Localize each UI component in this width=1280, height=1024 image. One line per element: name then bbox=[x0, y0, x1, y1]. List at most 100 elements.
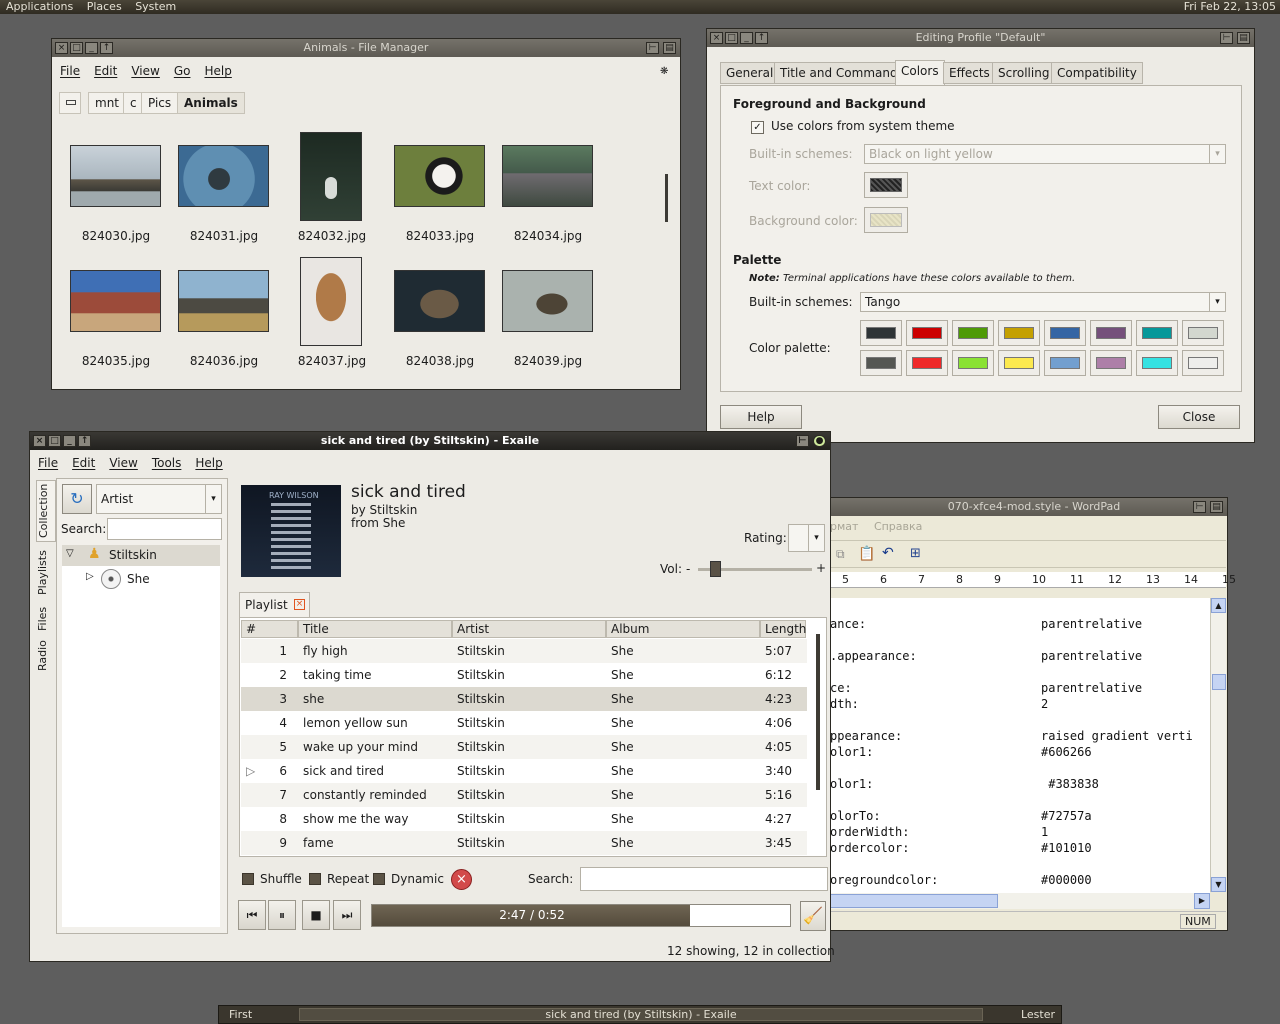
track-row[interactable]: 4 lemon yellow sun Stiltskin She 4:06 bbox=[241, 711, 807, 735]
column-header-length[interactable]: Length bbox=[760, 620, 806, 638]
dynamic-toggle[interactable]: Dynamic bbox=[373, 872, 444, 886]
close-icon[interactable]: × bbox=[33, 435, 46, 447]
task-exaile[interactable]: sick and tired (by Stiltskin) - Exaile bbox=[299, 1008, 983, 1021]
hscroll-thumb[interactable] bbox=[830, 894, 998, 908]
wordpad-vscrollbar[interactable]: ▲ ▼ bbox=[1210, 598, 1226, 892]
path-root-button[interactable] bbox=[59, 92, 81, 114]
playlist-tab[interactable]: Playlist × bbox=[239, 592, 310, 618]
minimize-icon[interactable]: _ bbox=[740, 32, 753, 44]
thumb-824036[interactable] bbox=[178, 270, 269, 332]
side-tab-collection[interactable]: Collection bbox=[36, 480, 56, 542]
scroll-right-icon[interactable]: ▶ bbox=[1194, 893, 1210, 909]
undo-icon[interactable]: ↶ bbox=[882, 545, 894, 561]
shuffle-toggle[interactable]: Shuffle bbox=[242, 872, 302, 886]
palette-color-6[interactable] bbox=[1090, 320, 1132, 346]
thumb-824030[interactable] bbox=[70, 145, 161, 207]
progress-bar[interactable]: 2:47 / 0:52 bbox=[371, 904, 791, 927]
workspace-lester[interactable]: Lester bbox=[1021, 1006, 1055, 1023]
palette-color-7[interactable] bbox=[1136, 320, 1178, 346]
menu-help-ru[interactable]: Справка bbox=[874, 520, 922, 533]
menu-icon[interactable]: ▤ bbox=[1237, 32, 1250, 44]
expander-closed-icon[interactable]: ▷ bbox=[86, 571, 94, 582]
view-mode-combo[interactable]: Artist ▾ bbox=[96, 484, 222, 514]
pause-button[interactable]: ⏸ bbox=[268, 900, 296, 930]
maximize-icon[interactable]: □ bbox=[725, 32, 738, 44]
minimize-icon[interactable]: _ bbox=[85, 42, 98, 54]
track-row[interactable]: 1 fly high Stiltskin She 5:07 bbox=[241, 639, 807, 663]
column-header-artist[interactable]: Artist bbox=[452, 620, 606, 638]
thumb-824039[interactable] bbox=[502, 270, 593, 332]
palette-color-15[interactable] bbox=[1136, 350, 1178, 376]
stick-icon[interactable]: ⊢ bbox=[1193, 501, 1206, 513]
thumb-824033[interactable] bbox=[394, 145, 485, 207]
menu-edit[interactable]: Edit bbox=[72, 456, 95, 470]
menu-view[interactable]: View bbox=[109, 456, 137, 470]
profile-dialog-titlebar[interactable]: × □ _ ↑ Editing Profile "Default" ⊢ ▤ bbox=[707, 29, 1254, 47]
wordpad-hscrollbar[interactable]: ▶ bbox=[830, 893, 1210, 909]
tab-compatibility[interactable]: Compatibility bbox=[1051, 62, 1143, 84]
column-header-title[interactable]: Title bbox=[298, 620, 452, 638]
repeat-toggle[interactable]: Repeat bbox=[309, 872, 369, 886]
palette-schemes-combo[interactable]: Tango ▾ bbox=[860, 292, 1226, 312]
tab-scrolling[interactable]: Scrolling bbox=[992, 62, 1056, 84]
rating-combo[interactable]: ▾ bbox=[788, 524, 825, 552]
repeat-checkbox[interactable] bbox=[309, 873, 321, 885]
scroll-up-icon[interactable]: ▲ bbox=[1211, 598, 1226, 613]
thumb-824037[interactable] bbox=[300, 257, 362, 346]
stick-icon[interactable]: ⊢ bbox=[796, 435, 809, 447]
stop-button[interactable]: ■ bbox=[302, 900, 330, 930]
playlist-scrollbar[interactable] bbox=[816, 634, 820, 790]
maximize-icon[interactable]: □ bbox=[70, 42, 83, 54]
dynamic-checkbox[interactable] bbox=[373, 873, 385, 885]
stick-icon[interactable]: ⊢ bbox=[1220, 32, 1233, 44]
paste-icon[interactable]: 📋 bbox=[858, 546, 875, 562]
palette-color-9[interactable] bbox=[860, 350, 902, 376]
close-button[interactable]: Close bbox=[1158, 405, 1240, 429]
column-header-number[interactable]: # bbox=[241, 620, 298, 638]
use-system-theme-label[interactable]: Use colors from system theme bbox=[771, 119, 955, 133]
help-button[interactable]: Help bbox=[720, 405, 802, 429]
exaile-titlebar[interactable]: × □ _ ↑ sick and tired (by Stiltskin) - Exa… bbox=[30, 432, 830, 450]
maximize-icon[interactable]: □ bbox=[48, 435, 61, 447]
path-pics-button[interactable]: Pics bbox=[141, 92, 179, 114]
applications-menu[interactable]: Applications bbox=[6, 0, 73, 13]
menu-view[interactable]: View bbox=[131, 64, 159, 78]
close-tab-icon[interactable]: × bbox=[294, 599, 305, 610]
track-row[interactable]: 6 sick and tired Stiltskin She 3:40 ▷ bbox=[241, 759, 807, 783]
previous-button[interactable]: ⏮ bbox=[238, 900, 266, 930]
refresh-button[interactable]: ↻ bbox=[62, 484, 92, 514]
thumb-824035[interactable] bbox=[70, 270, 161, 332]
palette-color-2[interactable] bbox=[906, 320, 948, 346]
menu-icon[interactable]: ▤ bbox=[1210, 501, 1223, 513]
column-header-album[interactable]: Album bbox=[606, 620, 760, 638]
album-art[interactable]: RAY WILSON bbox=[241, 485, 341, 577]
path-mnt-button[interactable]: mnt bbox=[88, 92, 126, 114]
menu-format[interactable]: рмат bbox=[830, 520, 858, 533]
wordpad-titlebar[interactable]: 070-xfce4-mod.style - WordPad ⊢ ▤ bbox=[801, 498, 1227, 516]
places-menu[interactable]: Places bbox=[87, 0, 122, 13]
side-tab-radio[interactable]: Radio bbox=[36, 638, 56, 674]
workspace-first[interactable]: First bbox=[229, 1006, 252, 1023]
scroll-thumb[interactable] bbox=[1212, 674, 1226, 690]
tab-general[interactable]: General bbox=[720, 62, 780, 84]
track-row[interactable]: 8 show me the way Stiltskin She 4:27 bbox=[241, 807, 807, 831]
tab-effects[interactable]: Effects bbox=[943, 62, 996, 84]
expander-open-icon[interactable]: ▽ bbox=[66, 548, 74, 559]
background-color-button[interactable] bbox=[864, 207, 908, 233]
object-icon[interactable]: ⊞ bbox=[910, 546, 921, 561]
palette-color-1[interactable] bbox=[860, 320, 902, 346]
palette-color-14[interactable] bbox=[1090, 350, 1132, 376]
menu-help[interactable]: Help bbox=[195, 456, 222, 470]
next-button[interactable]: ⏭ bbox=[333, 900, 361, 930]
menu-help[interactable]: Help bbox=[204, 64, 231, 78]
menu-tools[interactable]: Tools bbox=[152, 456, 182, 470]
menu-file[interactable]: File bbox=[38, 456, 58, 470]
palette-color-13[interactable] bbox=[1044, 350, 1086, 376]
tree-row-album[interactable]: ▷ She bbox=[62, 568, 220, 590]
minimize-icon[interactable]: _ bbox=[63, 435, 76, 447]
shuffle-checkbox[interactable] bbox=[242, 873, 254, 885]
menu-edit[interactable]: Edit bbox=[94, 64, 117, 78]
use-system-theme-checkbox[interactable]: ✓ bbox=[751, 121, 764, 134]
menu-go[interactable]: Go bbox=[174, 64, 191, 78]
thumb-824038[interactable] bbox=[394, 270, 485, 332]
